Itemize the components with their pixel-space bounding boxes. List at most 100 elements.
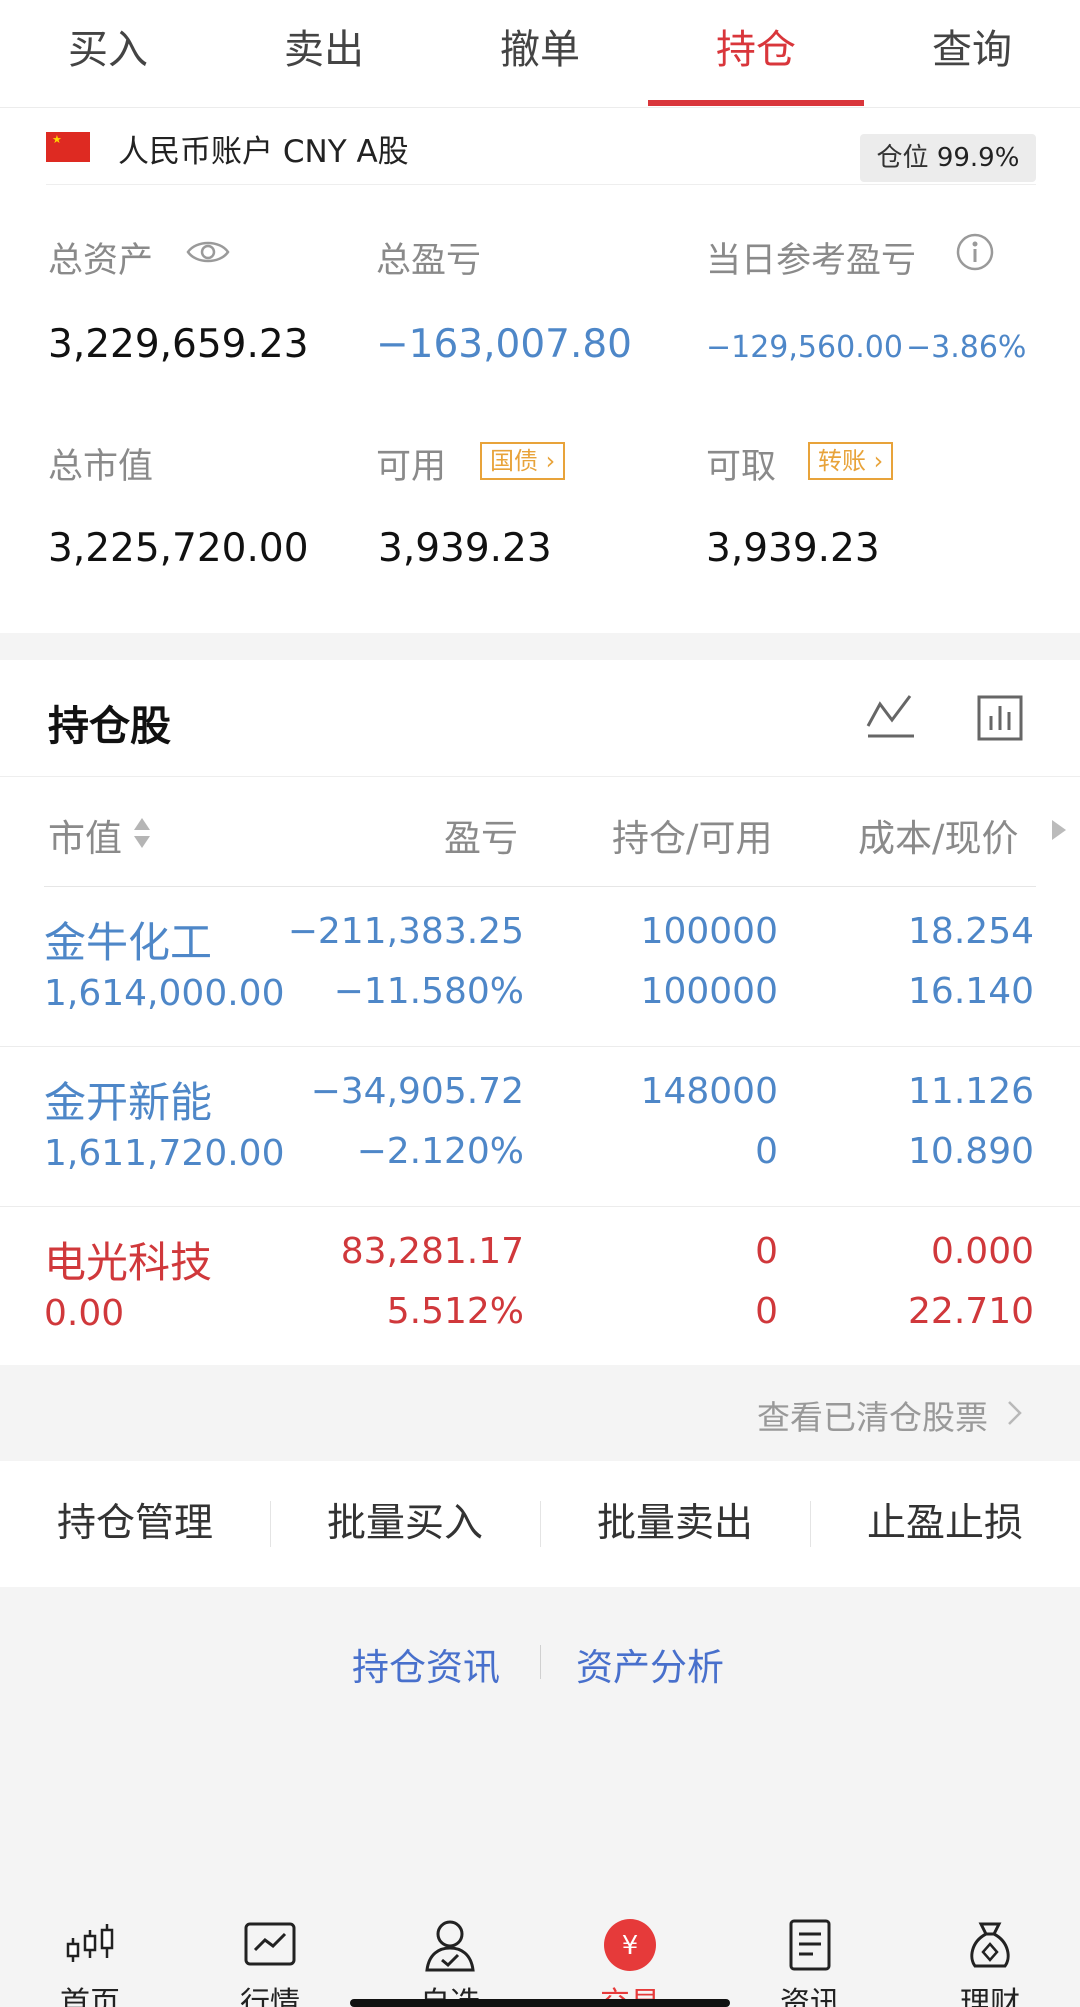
stock-available: 100000: [640, 971, 778, 1012]
tab-sell[interactable]: 卖出: [216, 0, 432, 108]
stock-name: 电光科技: [44, 1238, 213, 1287]
column-qty-available: 持仓/可用: [612, 817, 773, 860]
nav-home[interactable]: 首页: [0, 1900, 180, 2007]
position-ratio-badge: 仓位 99.9%: [860, 134, 1036, 182]
sort-icon[interactable]: [132, 816, 152, 850]
stop-profit-loss-button[interactable]: 止盈止损: [810, 1461, 1080, 1587]
trade-tabs: 买入 卖出 撤单 持仓 查询: [0, 0, 1080, 108]
cleared-stocks-link[interactable]: 查看已清仓股票: [0, 1365, 1080, 1461]
position-actions: 持仓管理 批量买入 批量卖出 止盈止损: [0, 1461, 1080, 1587]
stock-price: 16.140: [908, 971, 1034, 1012]
market-value-label: 总市值: [48, 447, 154, 487]
cleared-stocks-label: 查看已清仓股票: [757, 1398, 988, 1437]
nav-label: 资讯: [780, 1986, 840, 2007]
stock-price: 10.890: [908, 1131, 1034, 1172]
stock-quantity: 148000: [640, 1071, 778, 1112]
stock-pl-percent: 5.512%: [386, 1291, 524, 1332]
asset-analysis-link[interactable]: 资产分析: [576, 1637, 724, 1691]
holding-row[interactable]: 金牛化工 1,614,000.00 −211,383.25 −11.580% 1…: [0, 887, 1080, 1047]
bar-chart-icon[interactable]: [976, 694, 1024, 742]
stock-market-value: 1,611,720.00: [44, 1133, 285, 1174]
line-chart-icon[interactable]: [864, 690, 916, 742]
more-columns-arrow-icon[interactable]: [1052, 820, 1066, 840]
daily-pl-percent: −3.86%: [906, 330, 1027, 365]
tab-cancel-order[interactable]: 撤单: [432, 0, 648, 108]
stock-quantity: 0: [755, 1231, 778, 1272]
daily-pl-value: −129,560.00: [706, 330, 903, 365]
home-indicator: [350, 1999, 730, 2007]
transfer-button[interactable]: 转账 ›: [808, 442, 894, 480]
tab-positions[interactable]: 持仓: [648, 0, 864, 108]
stock-pl-percent: −2.120%: [356, 1131, 524, 1172]
market-chart-icon: [244, 1922, 296, 1966]
nav-label: 理财: [960, 1986, 1020, 2007]
stock-cost: 0.000: [930, 1231, 1034, 1272]
holding-row[interactable]: 金开新能 1,611,720.00 −34,905.72 −2.120% 148…: [0, 1047, 1080, 1207]
stock-cost: 11.126: [908, 1071, 1034, 1112]
daily-pl-label: 当日参考盈亏: [706, 241, 917, 281]
info-icon[interactable]: [955, 232, 995, 272]
stock-available: 0: [755, 1131, 778, 1172]
bottom-navigation: 首页 行情 自选 ¥ 交易 资讯 理财: [0, 1900, 1080, 2007]
holdings-title: 持仓股: [48, 702, 171, 750]
candlestick-icon: [66, 1924, 114, 1962]
stock-name: 金牛化工: [44, 918, 213, 967]
nav-market[interactable]: 行情: [180, 1900, 360, 2007]
nav-watchlist[interactable]: 自选: [360, 1900, 540, 2007]
nav-label: 首页: [60, 1986, 120, 2007]
column-market-value[interactable]: 市值: [48, 808, 122, 862]
money-bag-icon: [970, 1922, 1010, 1968]
divider: [46, 184, 1036, 185]
stock-cost: 18.254: [908, 911, 1034, 952]
active-tab-indicator: [648, 100, 864, 106]
total-pl-label: 总盈亏: [376, 241, 482, 281]
position-management-button[interactable]: 持仓管理: [0, 1461, 270, 1587]
batch-buy-button[interactable]: 批量买入: [270, 1461, 540, 1587]
stock-pl: −211,383.25: [287, 911, 524, 952]
eye-icon[interactable]: [186, 238, 230, 266]
info-links: 持仓资讯 资产分析: [0, 1587, 1080, 1737]
divider: [0, 776, 1080, 777]
chevron-right-icon: [1008, 1401, 1022, 1425]
withdrawable-value: 3,939.23: [706, 526, 880, 571]
yuan-icon: ¥: [604, 1919, 656, 1971]
total-assets-label: 总资产: [48, 241, 154, 281]
stock-pl-percent: −11.580%: [333, 971, 524, 1012]
holdings-panel: 持仓股 市值 盈亏 持仓/可用 成本/现价 金牛化工 1,614,000.00 …: [0, 660, 1080, 1365]
available-value: 3,939.23: [378, 526, 552, 571]
account-summary: ★ 人民币账户 CNY A股 仓位 99.9% 总资产 总盈亏 当日参考盈亏 3…: [0, 108, 1080, 633]
stock-quantity: 100000: [640, 911, 778, 952]
stock-price: 22.710: [908, 1291, 1034, 1332]
position-news-link[interactable]: 持仓资讯: [352, 1637, 500, 1691]
batch-sell-button[interactable]: 批量卖出: [540, 1461, 810, 1587]
stock-pl: −34,905.72: [310, 1071, 524, 1112]
holding-row[interactable]: 电光科技 0.00 83,281.17 5.512% 0 0 0.000 22.…: [0, 1207, 1080, 1367]
user-check-icon: [425, 1920, 475, 1972]
document-icon: [789, 1919, 831, 1971]
position-label: 仓位: [876, 143, 929, 173]
column-profit-loss: 盈亏: [444, 817, 518, 860]
position-value: 99.9%: [936, 143, 1020, 173]
withdrawable-label: 可取: [706, 447, 777, 487]
treasury-bond-button[interactable]: 国债 ›: [480, 442, 566, 480]
available-label: 可用: [376, 447, 447, 487]
china-flag-icon: ★: [46, 132, 90, 162]
nav-news[interactable]: 资讯: [720, 1900, 900, 2007]
tab-buy[interactable]: 买入: [0, 0, 216, 108]
stock-available: 0: [755, 1291, 778, 1332]
stock-market-value: 0.00: [44, 1293, 125, 1334]
stock-pl: 83,281.17: [340, 1231, 524, 1272]
tab-query[interactable]: 查询: [864, 0, 1080, 108]
account-name: 人民币账户 CNY A股: [118, 134, 409, 170]
nav-trade[interactable]: ¥ 交易: [540, 1900, 720, 2007]
market-value: 3,225,720.00: [48, 526, 309, 571]
nav-label: 行情: [240, 1986, 300, 2007]
nav-wealth[interactable]: 理财: [900, 1900, 1080, 2007]
total-pl-value: −163,007.80: [376, 322, 632, 367]
transfer-label: 转账: [818, 447, 866, 475]
treasury-bond-label: 国债: [490, 447, 538, 475]
total-assets-value: 3,229,659.23: [48, 322, 309, 367]
stock-market-value: 1,614,000.00: [44, 973, 285, 1014]
divider: [540, 1645, 541, 1679]
column-cost-price: 成本/现价: [858, 817, 1019, 860]
